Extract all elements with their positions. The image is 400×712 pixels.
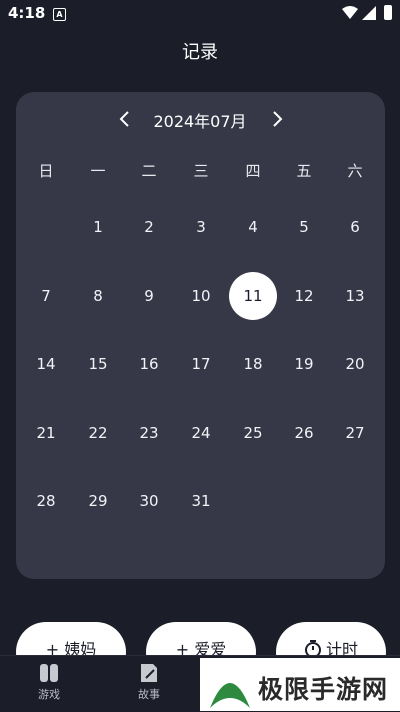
calendar-day[interactable]: 10 xyxy=(177,272,225,320)
calendar-day[interactable]: 15 xyxy=(74,340,122,388)
calendar-day[interactable]: 26 xyxy=(280,409,328,457)
weekday-label: 四 xyxy=(245,162,261,180)
calendar-day[interactable]: 16 xyxy=(125,340,173,388)
weekday-label: 二 xyxy=(141,162,157,180)
weekday-label: 日 xyxy=(38,162,54,180)
calendar-day[interactable]: 31 xyxy=(177,477,225,525)
weekday-label: 三 xyxy=(193,162,209,180)
tab-stories-label: 故事 xyxy=(138,688,160,701)
calendar-day[interactable]: 20 xyxy=(331,340,379,388)
wifi-icon xyxy=(342,6,358,19)
month-nav: 2024年07月 xyxy=(0,106,400,132)
tab-stories[interactable]: 故事 xyxy=(119,662,179,702)
calendar-day[interactable]: 2 xyxy=(125,203,173,251)
edit-document-icon xyxy=(141,664,157,682)
status-time: 4:18 xyxy=(8,4,46,22)
calendar-day[interactable]: 25 xyxy=(229,409,277,457)
calendar-day[interactable]: 6 xyxy=(331,203,379,251)
calendar-day[interactable]: 7 xyxy=(22,272,70,320)
month-label: 2024年07月 xyxy=(153,112,247,131)
calendar-day[interactable]: 1 xyxy=(74,203,122,251)
notification-icon: A xyxy=(53,8,66,21)
calendar-day[interactable]: 5 xyxy=(280,203,328,251)
calendar-day[interactable]: 22 xyxy=(74,409,122,457)
calendar-day[interactable]: 18 xyxy=(229,340,277,388)
next-month-icon[interactable] xyxy=(266,108,288,130)
weekday-label: 五 xyxy=(296,162,312,180)
status-bar: 4:18 A xyxy=(0,0,400,28)
calendar-day[interactable]: 23 xyxy=(125,409,173,457)
calendar-day[interactable]: 4 xyxy=(229,203,277,251)
calendar-day-selected[interactable]: 11 xyxy=(229,272,277,320)
calendar-day[interactable]: 17 xyxy=(177,340,225,388)
calendar-day[interactable]: 8 xyxy=(74,272,122,320)
calendar-day[interactable]: 24 xyxy=(177,409,225,457)
calendar-day[interactable]: 30 xyxy=(125,477,173,525)
weekday-label: 一 xyxy=(90,162,106,180)
calendar-day[interactable]: 3 xyxy=(177,203,225,251)
page-title: 记录 xyxy=(182,42,218,63)
calendar-day[interactable]: 14 xyxy=(22,340,70,388)
gamepad-icon xyxy=(40,664,58,682)
prev-month-icon[interactable] xyxy=(114,108,136,130)
calendar-day[interactable]: 21 xyxy=(22,409,70,457)
tab-games-label: 游戏 xyxy=(38,688,60,701)
calendar-day[interactable]: 27 xyxy=(331,409,379,457)
battery-icon xyxy=(384,5,392,20)
weekday-label: 六 xyxy=(347,162,363,180)
signal-icon xyxy=(362,6,376,20)
watermark: 极限手游网 xyxy=(200,658,400,711)
calendar-day[interactable]: 12 xyxy=(280,272,328,320)
calendar-day[interactable]: 9 xyxy=(125,272,173,320)
calendar-day[interactable]: 19 xyxy=(280,340,328,388)
calendar-day[interactable]: 29 xyxy=(74,477,122,525)
calendar-day[interactable]: 28 xyxy=(22,477,70,525)
watermark-text: 极限手游网 xyxy=(258,675,389,704)
tab-games[interactable]: 游戏 xyxy=(19,662,79,702)
calendar-day[interactable]: 13 xyxy=(331,272,379,320)
